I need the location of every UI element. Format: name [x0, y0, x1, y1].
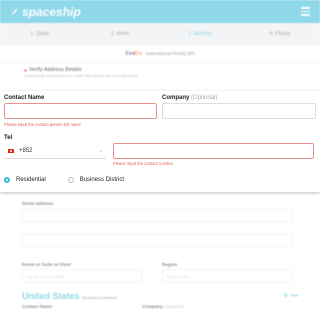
recipient-company-label: Company (Optional) [142, 304, 184, 309]
carrier-row: FedEx International Priority (IP) [0, 45, 320, 63]
company-label: Company (Optional) [162, 95, 218, 101]
chevron-down-icon: ⌄ [98, 147, 103, 154]
company-input[interactable] [162, 103, 316, 119]
plane-icon: ✈ ••• [282, 293, 298, 300]
tel-label: Tel [4, 135, 13, 141]
business-district-label[interactable]: Business District [80, 177, 124, 183]
hong-kong-flag-icon [8, 148, 14, 153]
top-header: spaceship [0, 0, 320, 23]
street-input-2[interactable] [22, 234, 292, 248]
step-items[interactable]: 2. Items [80, 31, 160, 37]
verify-section: Verify Address Details A new pickup requ… [0, 63, 320, 82]
verify-title: Verify Address Details [29, 67, 82, 73]
progress-steps: 1. Quote 2. Items 3. Address 4. Pickup [0, 23, 320, 45]
contact-name-label: Contact Name [4, 95, 45, 101]
step-address[interactable]: 3. Address [160, 31, 240, 37]
recipient-heading: United States Recipient's Address [22, 291, 118, 301]
room-label: Room or Suite or Floor [22, 262, 71, 267]
hamburger-menu-icon[interactable] [301, 7, 310, 16]
address-type-radio-group: Residential Business District [4, 177, 124, 183]
business-district-radio[interactable] [67, 177, 74, 183]
phone-number-input[interactable] [113, 143, 314, 159]
brand-name: spaceship [22, 4, 81, 19]
recipient-contact-label: Contact Name [22, 304, 53, 309]
rocket-icon [10, 5, 19, 19]
lower-form: Street address Room or Suite or Floor e.… [0, 193, 320, 309]
verify-subtitle: A new pickup request has to be made if t… [24, 74, 140, 78]
residential-radio[interactable] [4, 177, 10, 183]
step-pickup[interactable]: 4. Pickup [240, 31, 320, 37]
street-label: Street address [22, 201, 54, 206]
spaceship-logo[interactable]: spaceship [10, 5, 81, 19]
street-input[interactable] [22, 208, 292, 222]
residential-label[interactable]: Residential [16, 177, 46, 183]
service-name: International Priority (IP) [145, 51, 195, 56]
fedex-logo: FedEx [125, 50, 142, 57]
phone-error: Please input the contact number [113, 161, 174, 166]
region-select[interactable]: Please select [162, 269, 292, 283]
region-label: Region [162, 262, 178, 267]
contact-name-error: Please input the contact person full nam… [4, 122, 81, 127]
room-input[interactable]: e.g. Rm 1, 10/F, Blk A [22, 269, 142, 283]
country-code: +852 [19, 147, 33, 154]
country-code-select[interactable]: +852 ⌄ [4, 143, 106, 159]
contact-details-card: Contact Name Company (Optional) Please i… [0, 91, 320, 192]
contact-name-input[interactable] [4, 103, 157, 119]
alert-dot-icon [24, 68, 27, 72]
step-quote[interactable]: 1. Quote [0, 31, 80, 37]
